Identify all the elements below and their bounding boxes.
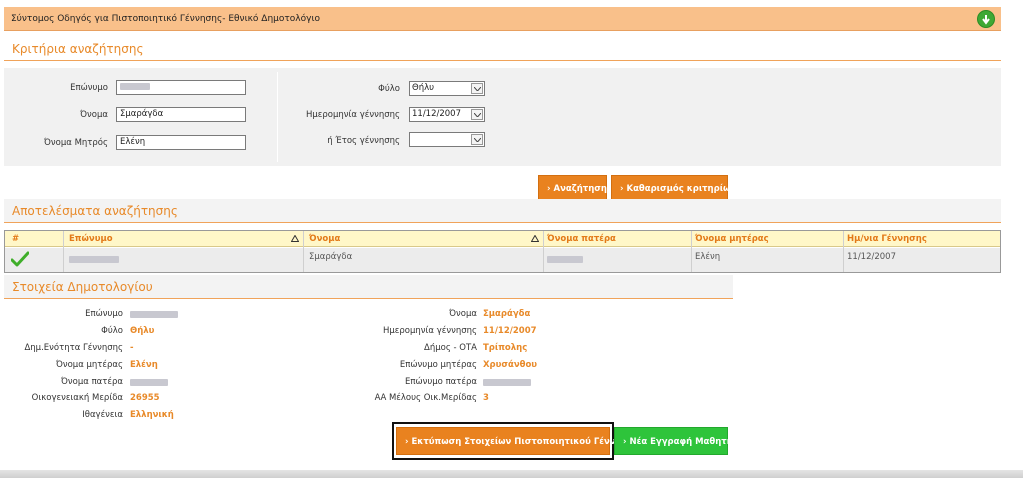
column-header-birthdate[interactable]: Ημ/νια Γέννησης <box>847 234 927 244</box>
results-section-title: Αποτελέσματα αναζήτησης <box>12 204 178 218</box>
new-student-button[interactable]: › Νέα Εγγραφή Μαθητή <box>614 427 733 455</box>
surname-label: Επώνυμο <box>70 83 108 93</box>
checkmark-icon[interactable] <box>10 251 30 270</box>
registry-value-surname <box>130 310 178 320</box>
name-input[interactable]: Σμαράγδα <box>116 107 246 122</box>
registry-value-gender: Θήλυ <box>130 326 155 336</box>
criteria-section-header: Κριτήρια αναζήτησης <box>4 37 1001 61</box>
surname-input[interactable] <box>116 80 246 95</box>
criteria-section-title: Κριτήρια αναζήτησης <box>12 42 144 56</box>
chevron-right-icon: › <box>620 184 624 194</box>
registry-label-mother-name: Όνομα μητέρας <box>55 360 123 370</box>
registry-value-father-name <box>130 378 168 388</box>
name-label: Όνομα <box>80 110 108 120</box>
sort-icon[interactable] <box>290 234 300 245</box>
gender-value: Θήλυ <box>412 83 435 93</box>
registry-label-citizenship: Ιθαγένεια <box>82 410 123 420</box>
registry-label-family-share: Οικογενειακή Μερίδα <box>31 393 123 403</box>
registry-section-title: Στοιχεία Δημοτολογίου <box>12 280 153 294</box>
result-mother-name: Ελένη <box>695 252 721 262</box>
arrow-down-icon[interactable] <box>977 10 995 28</box>
sort-icon[interactable] <box>530 234 540 245</box>
registry-label-member-number: ΑΑ Μέλους Οικ.Μερίδας <box>374 393 477 403</box>
clear-criteria-button[interactable]: › Καθαρισμός κριτηρίων <box>611 175 736 201</box>
column-header-father-name[interactable]: Όνομα πατέρα <box>547 234 616 244</box>
registry-value-municipality: Τρίπολης <box>483 343 528 353</box>
column-header-surname[interactable]: Επώνυμο <box>69 234 113 244</box>
registry-value-mother-name: Ελένη <box>130 360 158 370</box>
birth-year-select[interactable] <box>409 132 485 147</box>
chevron-right-icon: › <box>547 184 551 194</box>
chevron-right-icon: › <box>623 437 627 447</box>
registry-label-father-surname: Επώνυμο πατέρα <box>404 377 477 387</box>
dropdown-arrow-icon <box>471 134 483 145</box>
column-header-name[interactable]: Όνομα <box>309 234 340 244</box>
result-birthdate: 11/12/2007 <box>847 252 896 262</box>
registry-value-family-share: 26955 <box>130 393 160 403</box>
print-certificate-button[interactable]: › Εκτύπωση Στοιχείων Πιστοποιητικού Γένν… <box>396 427 639 455</box>
registry-label-surname: Επώνυμο <box>85 309 123 319</box>
registry-value-member-number: 3 <box>483 393 489 403</box>
registry-label-father-name: Όνομα πατέρα <box>61 377 123 387</box>
birthdate-value: 11/12/2007 <box>412 109 461 119</box>
guide-title: Σύντομος Οδηγός για Πιστοποιητικό Γέννησ… <box>11 14 321 24</box>
registry-value-citizenship: Ελληνική <box>130 410 174 420</box>
guide-header-bar: Σύντομος Οδηγός για Πιστοποιητικό Γέννησ… <box>4 7 1001 31</box>
birthdate-select[interactable]: 11/12/2007 <box>409 107 485 122</box>
gender-select[interactable]: Θήλυ <box>409 81 485 96</box>
registry-label-gender: Φύλο <box>101 326 123 336</box>
page-bottom-edge <box>0 470 1023 478</box>
registry-value-father-surname <box>483 378 531 388</box>
registry-label-name: Όνομα <box>449 309 477 319</box>
search-button[interactable]: › Αναζήτηση <box>538 175 607 201</box>
column-header-index: # <box>12 234 20 244</box>
result-surname <box>69 255 119 265</box>
dropdown-arrow-icon <box>471 109 483 120</box>
mother-name-input[interactable]: Ελένη <box>116 135 246 150</box>
registry-value-birth-unit: - <box>130 343 134 353</box>
registry-section-header: Στοιχεία Δημοτολογίου <box>4 275 733 299</box>
result-name: Σμαράγδα <box>309 252 353 262</box>
gender-label: Φύλο <box>378 84 400 94</box>
result-father-name <box>547 255 583 265</box>
birth-year-label: ή Έτος γέννησης <box>327 136 400 146</box>
birthdate-label: Ημερομηνία γέννησης <box>306 110 400 120</box>
registry-label-municipality: Δήμος - ΟΤΑ <box>424 343 477 353</box>
dropdown-arrow-icon <box>471 83 483 94</box>
mother-name-label: Όνομα Μητρός <box>44 138 108 148</box>
registry-label-birth-unit: Δημ.Ενότητα Γέννησης <box>24 343 123 353</box>
registry-value-mother-surname: Χρυσάνθου <box>483 360 538 370</box>
column-header-mother-name[interactable]: Όνομα μητέρας <box>695 234 769 244</box>
results-section-header: Αποτελέσματα αναζήτησης <box>4 199 1001 223</box>
chevron-right-icon: › <box>405 437 409 447</box>
results-table: # Επώνυμο Όνομα Όνομα πατέρα Όνομα μητέρ… <box>4 230 1001 273</box>
registry-value-birthdate: 11/12/2007 <box>483 326 537 336</box>
registry-label-mother-surname: Επώνυμο μητέρας <box>399 360 477 370</box>
registry-value-name: Σμαράγδα <box>483 309 531 319</box>
registry-label-birthdate: Ημερομηνία γέννησης <box>383 326 477 336</box>
